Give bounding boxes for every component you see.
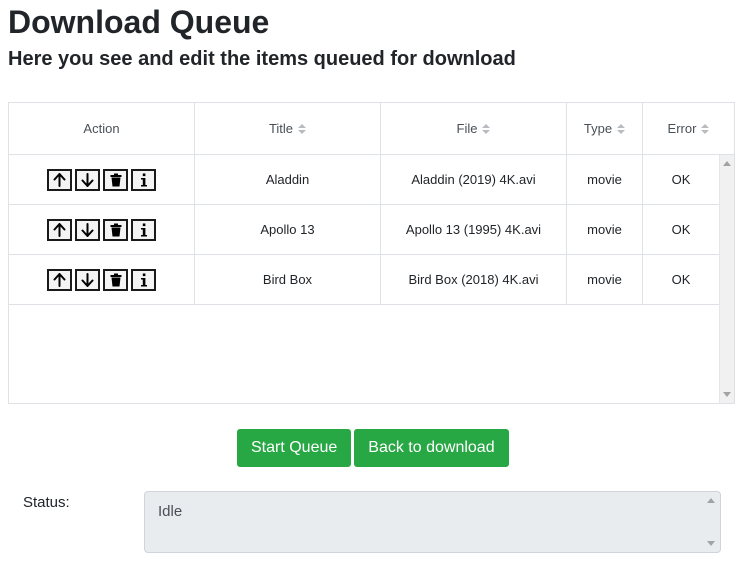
column-header-label: Action — [83, 121, 120, 136]
column-header-title[interactable]: Title — [195, 103, 381, 154]
start-queue-button[interactable]: Start Queue — [237, 429, 352, 467]
row-type: movie — [567, 205, 643, 254]
table-row[interactable]: Aladdin Aladdin (2019) 4K.avi movie OK — [9, 155, 719, 205]
row-error: OK — [671, 222, 691, 237]
row-file: Bird Box (2018) 4K.avi — [381, 255, 567, 304]
table-header: Action Title File Type Error — [9, 103, 734, 155]
column-header-label: File — [456, 121, 478, 136]
row-type: movie — [567, 255, 643, 304]
move-up-button[interactable] — [47, 268, 72, 291]
move-up-button[interactable] — [47, 218, 72, 241]
column-header-action: Action — [9, 103, 195, 154]
row-action-buttons — [47, 168, 156, 191]
status-textarea: Idle — [144, 491, 721, 553]
row-title: Bird Box — [195, 255, 381, 304]
info-button[interactable] — [131, 218, 156, 241]
table-scrollbar[interactable] — [719, 155, 734, 403]
queue-actions: Start Queue Back to download — [237, 429, 512, 467]
queue-table: Action Title File Type Error Aladdin Alad… — [8, 102, 735, 404]
info-icon — [140, 173, 148, 187]
column-header-type[interactable]: Type — [567, 103, 643, 154]
arrow-down-icon — [81, 222, 94, 237]
move-up-button[interactable] — [47, 168, 72, 191]
info-icon — [140, 273, 148, 287]
row-file: Apollo 13 (1995) 4K.avi — [381, 205, 567, 254]
row-actions-cell — [9, 205, 195, 254]
trash-icon — [110, 223, 122, 237]
scroll-down-icon[interactable] — [723, 392, 731, 397]
row-actions-cell — [9, 155, 195, 204]
table-body: Aladdin Aladdin (2019) 4K.avi movie OK Apoll… — [9, 155, 719, 403]
trash-icon — [110, 273, 122, 287]
info-icon — [140, 223, 148, 237]
scroll-up-icon[interactable] — [723, 161, 731, 166]
arrow-up-icon — [53, 222, 66, 237]
table-row[interactable]: Bird Box Bird Box (2018) 4K.avi movie OK — [9, 255, 719, 305]
scroll-down-icon[interactable] — [707, 541, 715, 546]
arrow-up-icon — [53, 272, 66, 287]
row-title: Apollo 13 — [195, 205, 381, 254]
arrow-down-icon — [81, 172, 94, 187]
row-action-buttons — [47, 268, 156, 291]
info-button[interactable] — [131, 268, 156, 291]
column-header-label: Title — [268, 121, 294, 136]
row-error: OK — [671, 172, 691, 187]
status-value: Idle — [158, 503, 183, 520]
sort-icon[interactable] — [482, 123, 491, 134]
back-to-download-button[interactable]: Back to download — [354, 429, 509, 467]
sort-icon[interactable] — [617, 123, 626, 134]
column-header-file[interactable]: File — [381, 103, 567, 154]
scroll-up-icon[interactable] — [707, 498, 715, 503]
column-header-label: Error — [667, 121, 697, 136]
row-type: movie — [567, 155, 643, 204]
arrow-down-icon — [81, 272, 94, 287]
sort-icon[interactable] — [701, 123, 710, 134]
table-row[interactable]: Apollo 13 Apollo 13 (1995) 4K.avi movie OK — [9, 205, 719, 255]
delete-button[interactable] — [103, 218, 128, 241]
delete-button[interactable] — [103, 168, 128, 191]
arrow-up-icon — [53, 172, 66, 187]
trash-icon — [110, 173, 122, 187]
delete-button[interactable] — [103, 268, 128, 291]
status-label: Status: — [23, 494, 70, 511]
row-actions-cell — [9, 255, 195, 304]
info-button[interactable] — [131, 168, 156, 191]
move-down-button[interactable] — [75, 268, 100, 291]
move-down-button[interactable] — [75, 168, 100, 191]
row-file: Aladdin (2019) 4K.avi — [381, 155, 567, 204]
row-action-buttons — [47, 218, 156, 241]
move-down-button[interactable] — [75, 218, 100, 241]
page-subtitle: Here you see and edit the items queued f… — [8, 48, 516, 70]
status-scrollbar[interactable] — [705, 494, 718, 550]
row-error: OK — [671, 272, 691, 287]
column-header-label: Type — [583, 121, 613, 136]
page-title: Download Queue — [8, 4, 270, 40]
sort-icon[interactable] — [298, 123, 307, 134]
row-title: Aladdin — [195, 155, 381, 204]
column-header-error[interactable]: Error — [643, 103, 734, 154]
